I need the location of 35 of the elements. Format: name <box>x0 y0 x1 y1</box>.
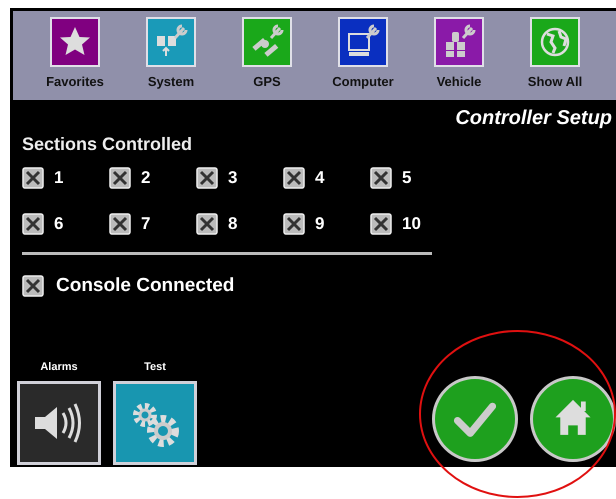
checkbox-label: 8 <box>228 214 238 234</box>
checkbox[interactable] <box>196 213 218 235</box>
checkbox-label: 10 <box>402 214 421 234</box>
checkbox[interactable] <box>283 213 305 235</box>
checkmark-icon <box>454 402 496 437</box>
checkbox-label: 5 <box>402 168 412 188</box>
checkbox[interactable] <box>196 167 218 189</box>
toolbar-button[interactable]: GPS <box>225 17 309 100</box>
checkbox-label: 2 <box>141 168 150 188</box>
checkbox-label: 6 <box>54 214 64 234</box>
toolbar-button[interactable]: System <box>129 17 213 100</box>
checkbox-label: 4 <box>315 168 324 188</box>
checkbox[interactable] <box>109 213 131 235</box>
tool-button[interactable] <box>17 381 101 465</box>
checkbox[interactable] <box>22 275 44 297</box>
tool-label: Test <box>144 361 166 373</box>
checkbox-label: 3 <box>228 168 238 188</box>
checkbox-label: Console Connected <box>56 275 234 297</box>
checkbox[interactable] <box>370 167 392 189</box>
house-icon <box>556 400 590 435</box>
checkbox-label: 7 <box>141 214 150 234</box>
toolbar-button[interactable]: Favorites <box>33 17 117 100</box>
screen-title: Controller Setup <box>455 107 612 130</box>
toolbar-button[interactable]: Computer <box>321 17 405 100</box>
checkbox-label: 9 <box>315 214 324 234</box>
checkbox-label: 1 <box>54 168 64 188</box>
checkbox[interactable] <box>283 167 305 189</box>
toolbar-button[interactable]: Show All <box>513 17 597 100</box>
toolbar-button[interactable]: Vehicle <box>417 17 501 100</box>
section-heading: Sections Controlled <box>22 134 194 155</box>
checkbox[interactable] <box>22 167 44 189</box>
checkbox[interactable] <box>22 213 44 235</box>
checkbox[interactable] <box>370 213 392 235</box>
checkbox[interactable] <box>109 167 131 189</box>
tool-label: Alarms <box>40 361 78 373</box>
